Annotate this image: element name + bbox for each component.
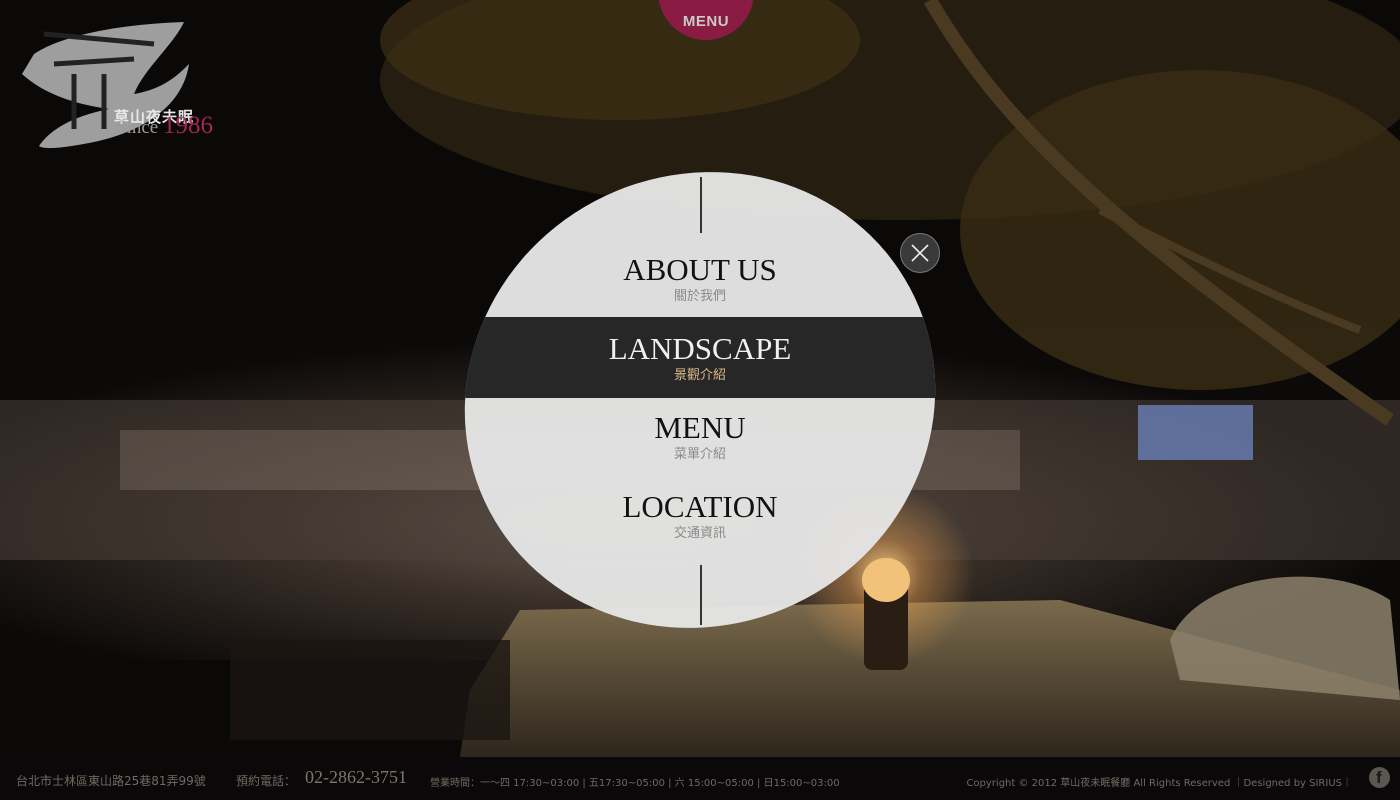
footer-bar: 台北市士林區東山路25巷81弄99號 預約電話： 02-2862-3751 營業…	[0, 757, 1400, 800]
top-menu-label: MENU	[682, 13, 730, 30]
close-button[interactable]	[900, 233, 940, 273]
nav-item-about-us[interactable]: ABOUT US 關於我們	[455, 253, 945, 306]
footer-hours: 營業時間：一～四 17:30~03:00 | 五17:30~05:00 | 六 …	[430, 778, 840, 789]
footer-copyright: Copyright © 2012 草山夜未眠餐廳 All Rights Rese…	[966, 778, 1352, 789]
nav-title: LOCATION	[622, 489, 778, 524]
footer-phone: 02-2862-3751	[305, 767, 407, 787]
nav-item-location[interactable]: LOCATION 交通資訊	[455, 490, 945, 543]
nav-title: ABOUT US	[623, 252, 777, 287]
close-icon	[911, 244, 929, 262]
footer-phone-label: 預約電話：	[236, 774, 297, 788]
nav-title: LANDSCAPE	[608, 331, 792, 366]
nav-subtitle: 菜單介紹	[673, 447, 726, 462]
nav-subtitle: 景觀介紹	[673, 368, 726, 383]
since-label: Since	[116, 117, 159, 138]
nav-item-menu[interactable]: MENU 菜單介紹	[455, 411, 945, 464]
oval-navigation: ABOUT US 關於我們 LANDSCAPE 景觀介紹 MENU 菜單介紹 L…	[455, 165, 945, 635]
oval-shape	[455, 165, 945, 635]
nav-subtitle: 交通資訊	[673, 526, 726, 541]
brand-logo[interactable]: 草山夜未眠 Since 1986	[14, 14, 224, 154]
nav-subtitle: 關於我們	[673, 289, 726, 304]
since-year: 1986	[162, 112, 213, 139]
nav-item-landscape[interactable]: LANDSCAPE 景觀介紹	[455, 332, 945, 385]
nav-title: MENU	[654, 410, 746, 445]
logo-since: Since 1986	[116, 112, 213, 140]
footer-address: 台北市士林區東山路25巷81弄99號	[16, 774, 206, 788]
facebook-icon[interactable]: f	[1369, 767, 1390, 788]
